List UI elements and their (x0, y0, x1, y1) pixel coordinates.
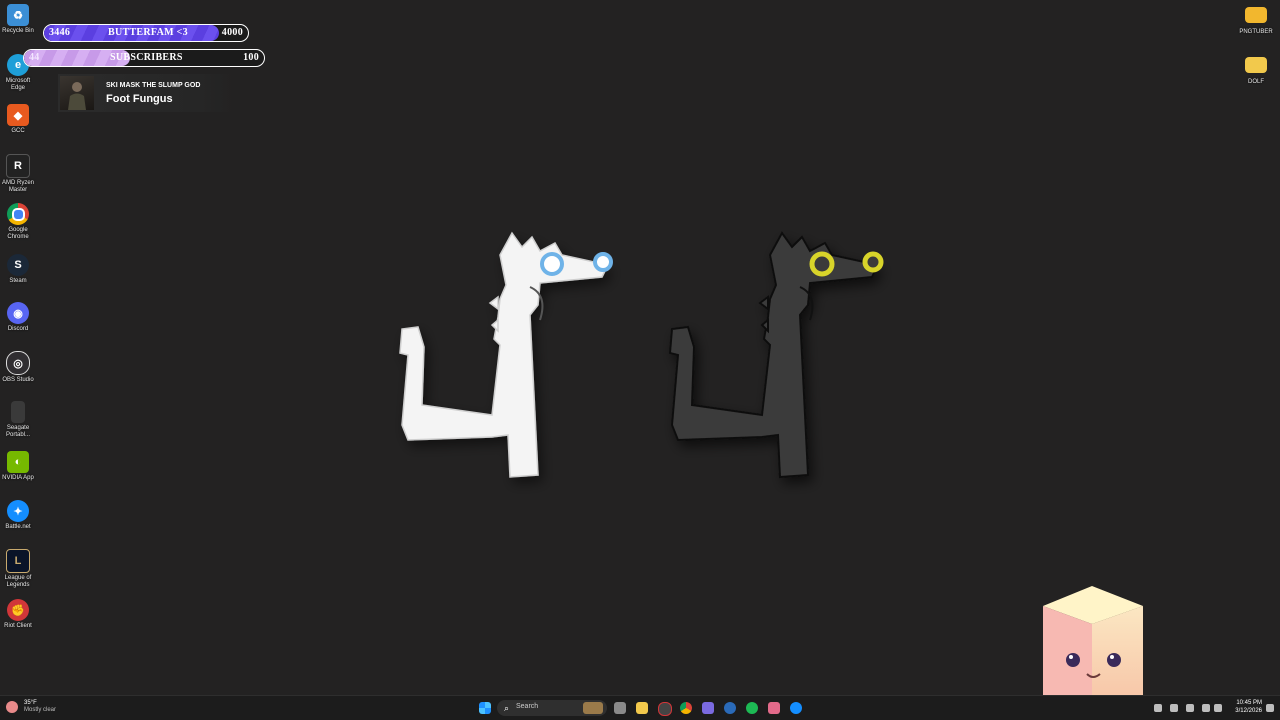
weather-icon (6, 701, 18, 713)
butter-mascot (1043, 586, 1143, 696)
desktop-icon-label: Riot Client (4, 623, 32, 629)
goal-title: BUTTERFAM <3 (108, 27, 188, 38)
spotify-taskbar-icon[interactable] (746, 702, 758, 714)
white-lizard-character (399, 231, 613, 478)
file-explorer-icon[interactable] (636, 702, 648, 714)
desktop-icon-label: Seagate Portabl... (5, 425, 30, 438)
search-placeholder: Search (516, 703, 539, 710)
steam-taskbar-icon[interactable] (724, 702, 736, 714)
battlenet-taskbar-icon[interactable] (790, 702, 802, 714)
gcc-icon: ◆ (7, 104, 29, 126)
desktop-icon-pngtuber[interactable]: PNGTUBER (1238, 4, 1274, 36)
desktop-icon-seagate-portable[interactable]: Seagate Portabl... (0, 401, 36, 439)
volume-icon[interactable] (1214, 704, 1222, 712)
search-icon: ⌕ (504, 703, 510, 713)
now-playing-title: Foot Fungus (106, 93, 173, 105)
riot-taskbar-icon[interactable] (658, 702, 672, 716)
network-icon[interactable] (1202, 704, 1210, 712)
desktop-icon-discord[interactable]: ◉ Discord (0, 302, 36, 333)
desktop-icon-label: Steam (9, 278, 27, 284)
goal-target: 100 (243, 52, 259, 63)
right-eye (862, 251, 884, 273)
obs-icon: ◎ (6, 351, 30, 375)
mascot-left-eye (1066, 653, 1080, 667)
desktop-icon-label: AMD Ryzen Master (1, 180, 34, 193)
weather-widget[interactable]: 35°F Mostly clear (6, 700, 56, 714)
left-eye (809, 251, 835, 277)
steam-icon: S (7, 254, 29, 276)
desktop-icon-nvidia-app[interactable]: ◐ NVIDIA App (0, 451, 36, 482)
now-playing-artist: SKI MASK THE SLUMP GOD (106, 82, 201, 89)
goal-current: 3446 (49, 27, 71, 38)
search-box[interactable]: ⌕ Search (497, 700, 607, 716)
goal-title: SUBSCRIBERS (110, 52, 183, 63)
desktop-icon-label: Battle.net (5, 524, 31, 530)
clock-time: 10:45 PM (1236, 700, 1262, 706)
desktop-icon-gcc[interactable]: ◆ GCC (0, 104, 36, 135)
tray-icon[interactable] (1170, 704, 1178, 712)
weather-condition: Mostly clear (24, 707, 57, 713)
task-view-icon[interactable] (614, 702, 626, 714)
desktop-icon-amd-ryzen-master[interactable]: R AMD Ryzen Master (0, 154, 36, 194)
desktop-icon-label: Google Chrome (7, 227, 29, 240)
app-taskbar-icon[interactable] (702, 702, 714, 714)
riot-icon: ✊ (7, 599, 29, 621)
folder-icon (1245, 7, 1267, 23)
notification-icon[interactable] (1266, 704, 1274, 712)
taskbar: 35°F Mostly clear ⌕ Search 10:45 PM 3/12… (0, 695, 1280, 720)
app2-taskbar-icon[interactable] (768, 702, 780, 714)
start-button[interactable] (479, 702, 491, 714)
ryzen-icon: R (6, 154, 30, 178)
desktop-icon-steam[interactable]: S Steam (0, 254, 36, 285)
desktop-icon-label: League of Legends (4, 575, 32, 588)
desktop-icon-label: OBS Studio (2, 377, 34, 383)
clock[interactable]: 10:45 PM 3/12/2026 (1226, 699, 1262, 715)
desktop-icon-label: GCC (11, 128, 25, 134)
desktop-icon-riot-client[interactable]: ✊ Riot Client (0, 599, 36, 630)
desktop-icon-label: Microsoft Edge (5, 78, 31, 91)
goal-current: 44 (29, 52, 40, 63)
battlenet-icon: ✦ (7, 500, 29, 522)
follower-goal-bar: 3446 BUTTERFAM <3 4000 (43, 24, 249, 42)
right-eye (593, 252, 613, 272)
desktop-icon-dolf[interactable]: DOLF (1238, 54, 1274, 86)
search-highlight-icon (583, 702, 603, 714)
desktop-icon-label: PNGTUBER (1239, 29, 1273, 35)
chrome-taskbar-icon[interactable] (680, 702, 692, 714)
desktop-icon-label: DOLF (1247, 79, 1264, 85)
desktop-icon-label: Recycle Bin (2, 28, 34, 34)
nvidia-icon: ◐ (7, 451, 29, 473)
tray-icon[interactable] (1186, 704, 1194, 712)
desktop-icon-google-chrome[interactable]: Google Chrome (0, 203, 36, 241)
recycle-bin-icon: ♻ (7, 4, 29, 26)
left-eye (540, 252, 564, 276)
chrome-icon (7, 203, 29, 225)
now-playing-widget: SKI MASK THE SLUMP GOD Foot Fungus (58, 74, 234, 112)
desktop-icon-battle-net[interactable]: ✦ Battle.net (0, 500, 36, 531)
league-icon: L (6, 549, 30, 573)
clock-date: 3/12/2026 (1235, 708, 1262, 714)
desktop-icon-league-of-legends[interactable]: L League of Legends (0, 549, 36, 589)
folder-icon (1245, 57, 1267, 73)
goal-target: 4000 (221, 27, 243, 38)
subscriber-goal-bar: 44 SUBSCRIBERS 100 (23, 49, 265, 67)
dark-lizard-character (668, 231, 884, 479)
tray-icon[interactable] (1154, 704, 1162, 712)
weather-temp: 35°F (24, 700, 37, 706)
desktop-icon-label: Discord (7, 326, 29, 332)
desktop-icon-recycle-bin[interactable]: ♻ Recycle Bin (0, 4, 36, 35)
discord-icon: ◉ (7, 302, 29, 324)
drive-icon (11, 401, 25, 423)
mascot-right-eye (1107, 653, 1121, 667)
desktop-icon-obs-studio[interactable]: ◎ OBS Studio (0, 351, 36, 384)
album-art (60, 76, 94, 110)
desktop-icon-label: NVIDIA App (2, 475, 34, 481)
